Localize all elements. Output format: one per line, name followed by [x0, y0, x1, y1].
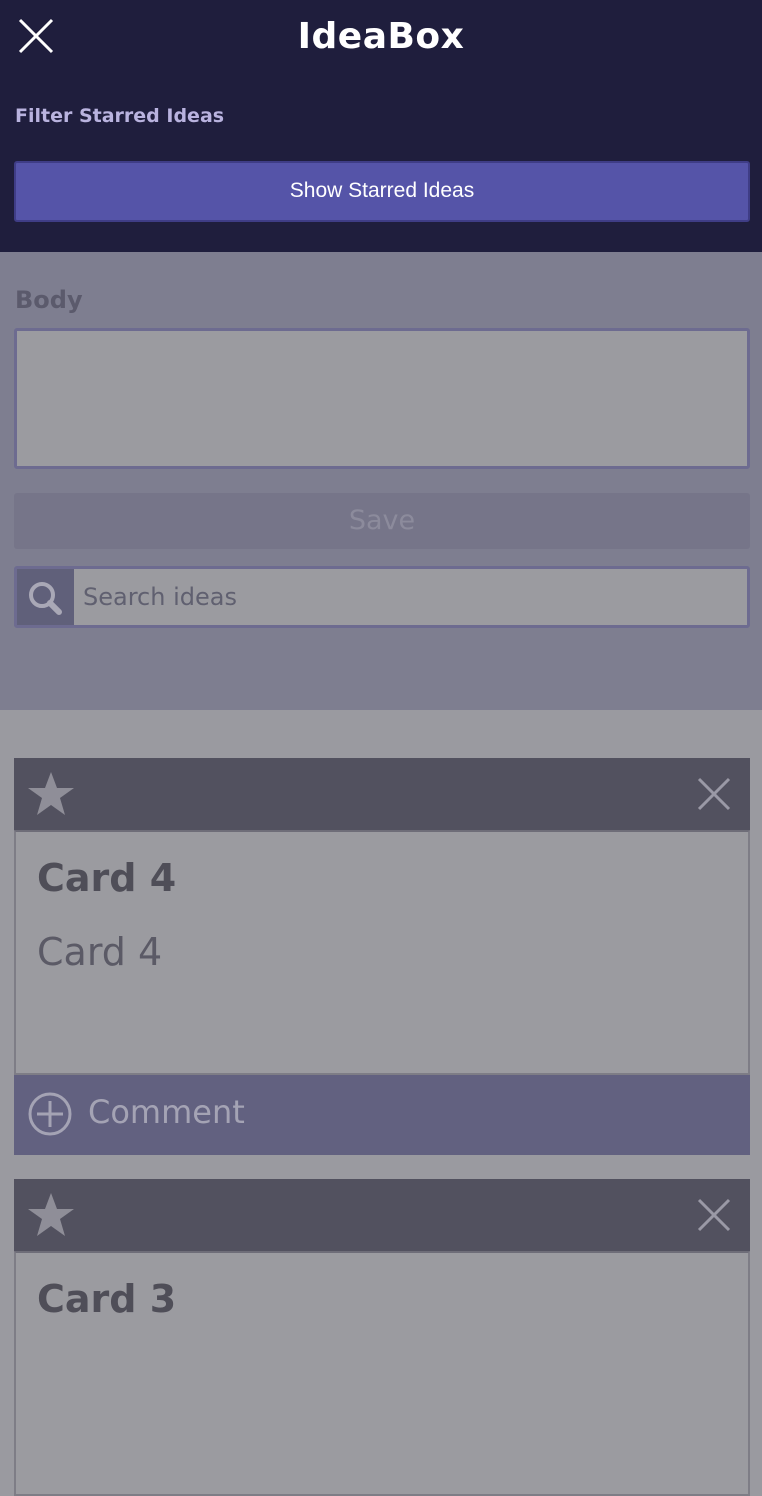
search-bar — [14, 566, 750, 628]
show-starred-button[interactable]: Show Starred Ideas — [14, 161, 750, 222]
search-icon — [17, 569, 74, 625]
card-header — [14, 1179, 750, 1251]
idea-form: Body Save — [0, 252, 762, 710]
plus-circle-icon — [28, 1092, 72, 1136]
filter-label: Filter Starred Ideas — [15, 105, 225, 127]
idea-card: Card 3 — [14, 1179, 750, 1496]
card-content: Card 4 Card 4 — [14, 830, 750, 1075]
menu-panel: IdeaBox Filter Starred Ideas Show Starre… — [0, 0, 762, 252]
search-input[interactable] — [77, 569, 747, 625]
card-list: Card 4 Card 4 Comment Card 3 — [0, 710, 762, 1496]
star-icon[interactable] — [26, 770, 76, 818]
close-icon[interactable] — [696, 1197, 732, 1233]
card-header — [14, 758, 750, 830]
body-label: Body — [15, 286, 83, 314]
card-body-text[interactable]: Card 4 — [37, 930, 162, 974]
save-button[interactable]: Save — [14, 493, 750, 549]
body-input[interactable] — [14, 328, 750, 469]
star-icon[interactable] — [26, 1191, 76, 1239]
comment-button[interactable]: Comment — [14, 1075, 750, 1155]
close-icon[interactable] — [696, 776, 732, 812]
app-title: IdeaBox — [297, 16, 465, 57]
card-title[interactable]: Card 3 — [37, 1277, 176, 1321]
card-content: Card 3 — [14, 1251, 750, 1496]
card-title[interactable]: Card 4 — [37, 856, 176, 900]
idea-card: Card 4 Card 4 Comment — [14, 758, 750, 1155]
comment-label: Comment — [88, 1093, 245, 1131]
